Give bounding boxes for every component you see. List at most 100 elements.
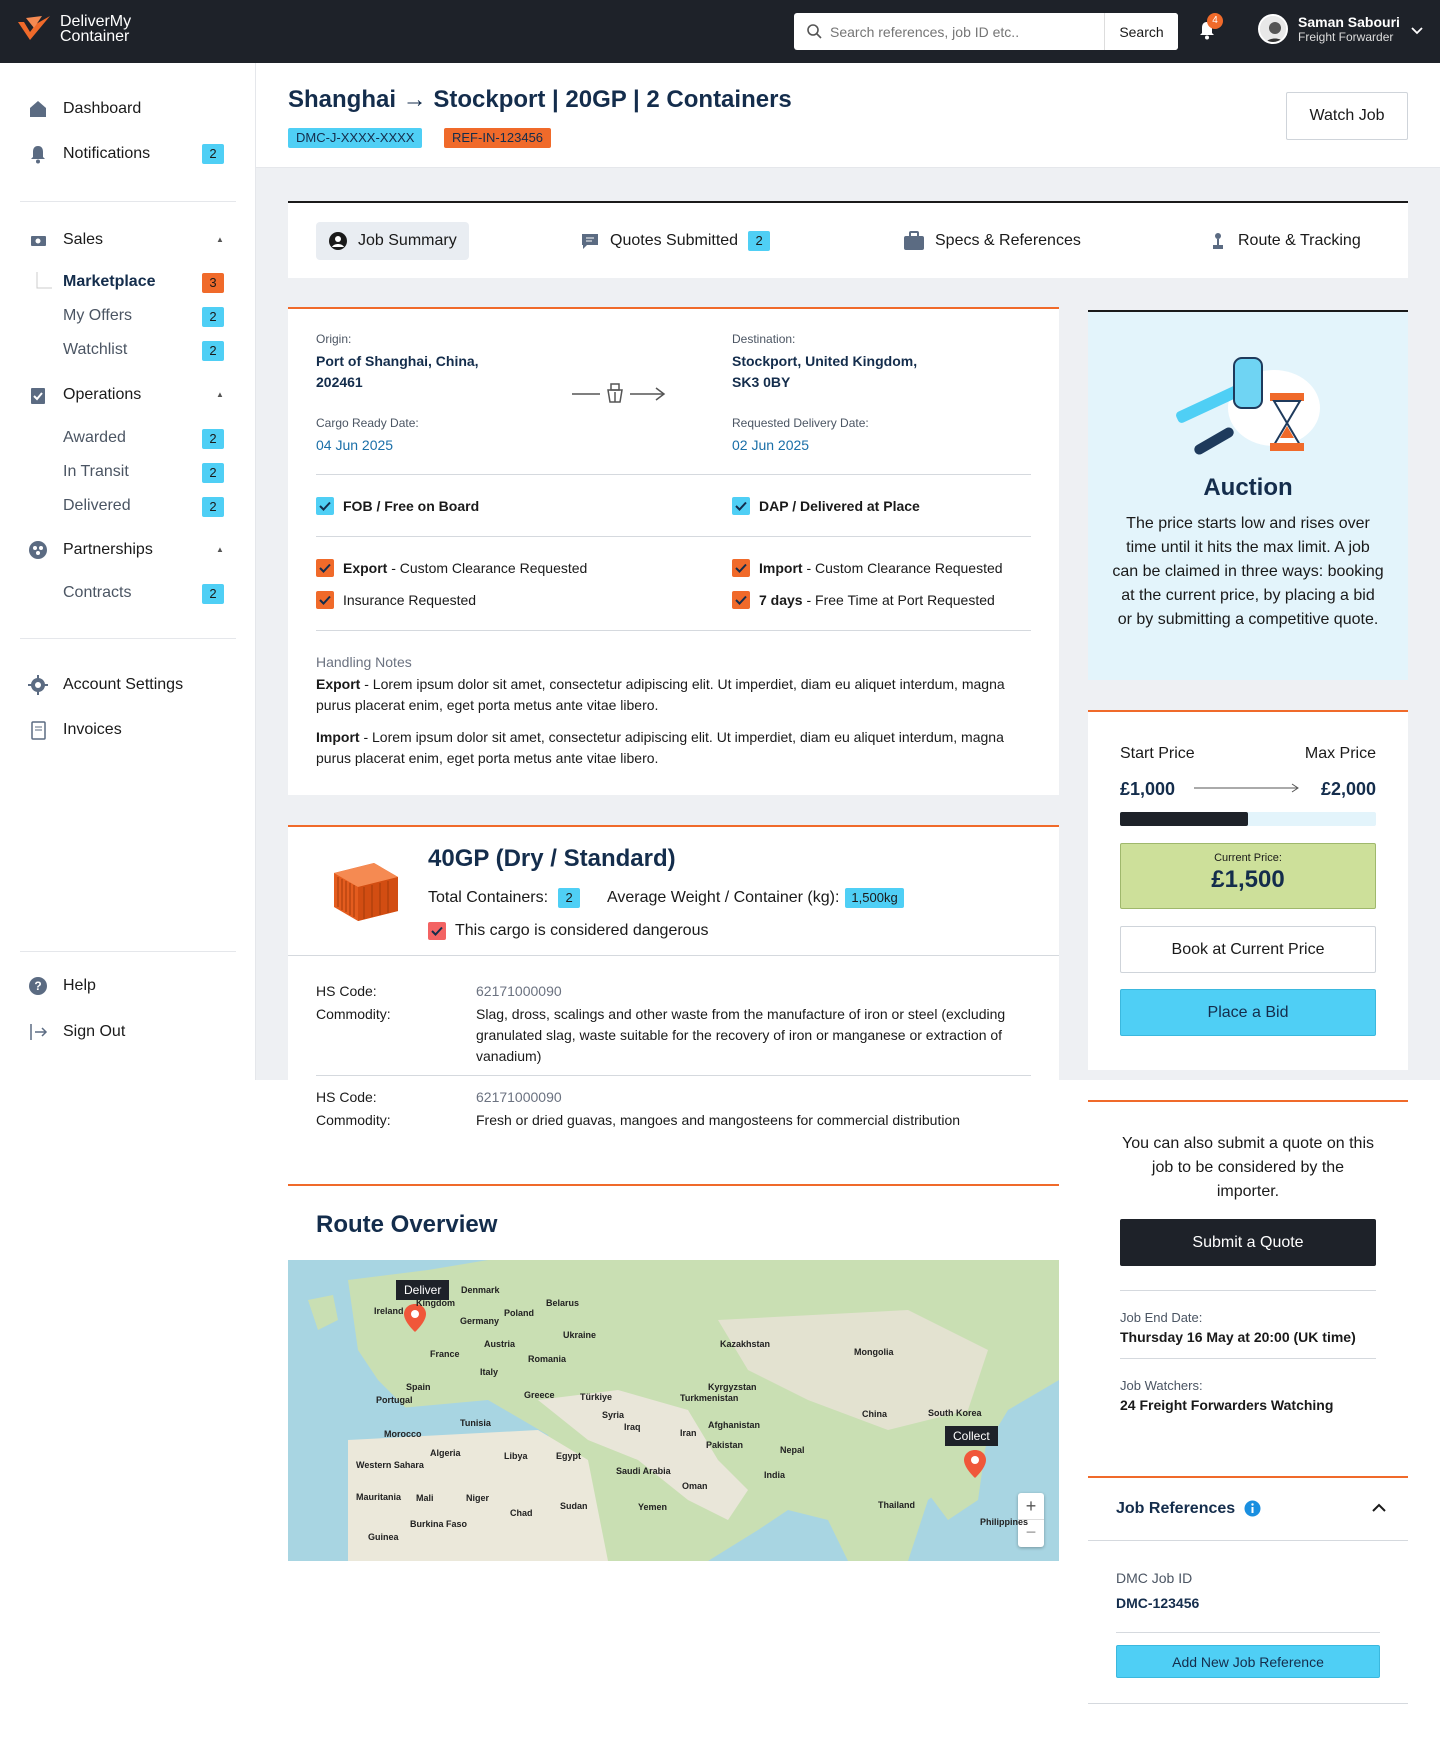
cash-icon [27,229,49,251]
map-pin-icon[interactable] [404,1304,426,1332]
map-place-label: Afghanistan [708,1420,761,1430]
sidebar-item-awarded[interactable]: Awarded [63,429,126,447]
sidebar-label: Sign Out [63,1023,126,1040]
map-place-label: Iran [680,1428,697,1438]
check-icon [732,559,750,577]
quote-description: You can also submit a quote on this job … [1121,1135,1375,1200]
dangerous-check: This cargo is considered dangerous [428,922,708,940]
sidebar-item-invoices[interactable]: Invoices [27,719,122,741]
days-bold: 7 days [759,592,803,608]
tree-line [36,272,52,289]
map-place-label: Mauritania [356,1492,402,1502]
sidebar-item-account-settings[interactable]: Account Settings [27,674,183,696]
map-place-label: Yemen [638,1502,668,1512]
sidebar-item-delivered[interactable]: Delivered [63,497,131,515]
tab-specs-references[interactable]: Specs & References [891,222,1093,260]
logo[interactable]: DeliverMy Container [16,14,131,45]
commodity-value: Slag, dross, scalings and other waste fr… [476,1006,1006,1064]
sign-out-icon [27,1021,49,1043]
sidebar-item-contracts[interactable]: Contracts [63,584,131,602]
search-button[interactable]: Search [1104,13,1178,50]
sidebar-item-sales[interactable]: Sales [27,229,103,251]
count-badge: 2 [202,463,224,483]
import-text: - Custom Clearance Requested [802,560,1003,576]
total-containers: Total Containers: 2 [428,888,581,908]
map-place-label: China [862,1409,888,1419]
invoice-icon [27,719,49,741]
divider [288,955,1059,956]
divider [20,638,236,639]
weight-badge: 1,500kg [845,888,904,908]
map-place-label: Chad [510,1508,533,1518]
sidebar-item-partnerships[interactable]: Partnerships [27,539,153,561]
sidebar-item-help[interactable]: ? Help [27,975,96,997]
sidebar-item-marketplace[interactable]: Marketplace [63,273,156,291]
count-badge: 2 [202,144,224,164]
sidebar-item-watchlist[interactable]: Watchlist [63,341,127,359]
map-place-label: Algeria [430,1448,461,1458]
sidebar-label: Sales [63,231,104,248]
submit-quote-button[interactable]: Submit a Quote [1120,1219,1376,1266]
sidebar-item-in-transit[interactable]: In Transit [63,463,129,481]
zoom-in-button[interactable]: + [1018,1493,1044,1520]
place-bid-button[interactable]: Place a Bid [1120,989,1376,1036]
map-place-label: France [430,1349,460,1359]
map-pin-icon[interactable] [964,1450,986,1478]
check-icon [732,591,750,609]
export-note: Export - Lorem ipsum dolor sit amet, con… [316,674,1016,716]
sidebar-item-operations[interactable]: Operations [27,384,141,406]
chevron-up-icon[interactable] [1372,1503,1386,1512]
price-progress-bar [1120,812,1376,826]
map-place-label: Germany [460,1316,500,1326]
map-place-label: Pakistan [706,1440,744,1450]
commodity-label: Commodity: [316,1006,391,1022]
ref-tag: REF-IN-123456 [444,128,552,148]
chevron-up-icon[interactable]: ▲ [216,235,224,244]
info-icon[interactable] [1244,1500,1261,1517]
user-menu[interactable]: Saman Sabouri Freight Forwarder [1258,14,1400,44]
sidebar-item-sign-out[interactable]: Sign Out [27,1021,125,1043]
weight-label: Average Weight / Container (kg): [607,889,840,906]
auction-description: The price starts low and rises over time… [1112,515,1384,628]
sidebar-item-dashboard[interactable]: Dashboard [27,98,141,120]
map-place-label: Turkmenistan [680,1393,739,1403]
divider [1088,1540,1408,1541]
count-badge: 2 [202,307,224,327]
dmc-tag: DMC-J-XXXX-XXXX [288,128,423,148]
add-job-reference-button[interactable]: Add New Job Reference [1116,1645,1380,1678]
map-place-label: Tunisia [460,1418,491,1428]
tab-bar: Job Summary Quotes Submitted 2 Specs & R… [288,201,1408,278]
book-current-price-button[interactable]: Book at Current Price [1120,926,1376,973]
tab-job-summary[interactable]: Job Summary [316,222,469,260]
max-price: £2,000 [1320,779,1376,799]
auction-gavel-icon [1176,357,1320,455]
job-watchers-label: Job Watchers: [1120,1378,1203,1393]
chevron-up-icon[interactable]: ▲ [216,545,224,554]
current-price: £1,500 [1211,866,1285,893]
search-input[interactable] [794,13,1104,50]
tab-label: Specs & References [935,232,1081,249]
price-progress-fill [1120,812,1248,826]
route-map[interactable]: Deliver Collect + − Denmark Ireland Kingdo… [288,1260,1059,1561]
route-icon [1213,233,1223,249]
watch-job-button[interactable]: Watch Job [1286,92,1408,140]
chevron-down-icon[interactable] [1411,27,1423,35]
notification-badge: 4 [1207,13,1223,29]
job-references-title[interactable]: Job References [1116,1500,1235,1518]
sidebar-label: Dashboard [63,100,142,117]
sidebar-item-notifications[interactable]: Notifications [27,143,150,165]
hs-code-label: HS Code: [316,1089,377,1105]
chevron-up-icon[interactable]: ▲ [216,390,224,399]
sidebar-item-my-offers[interactable]: My Offers [63,307,132,325]
map-place-label: Philippines [980,1517,1029,1527]
total-label: Total Containers: [428,889,549,906]
dmc-job-id-value: DMC-123456 [1116,1595,1200,1611]
destination-line2: SK3 0BY [732,374,791,390]
note-text: - Lorem ipsum dolor sit amet, consectetu… [316,729,1004,766]
tab-route-tracking[interactable]: Route & Tracking [1196,222,1373,260]
top-bar: DeliverMy Container Search 4 Saman Sabou… [0,0,1440,63]
map-place-label: Niger [466,1493,490,1503]
tab-quotes-submitted[interactable]: Quotes Submitted 2 [568,222,782,260]
map-place-label: Nepal [780,1445,805,1455]
home-icon [27,98,49,120]
